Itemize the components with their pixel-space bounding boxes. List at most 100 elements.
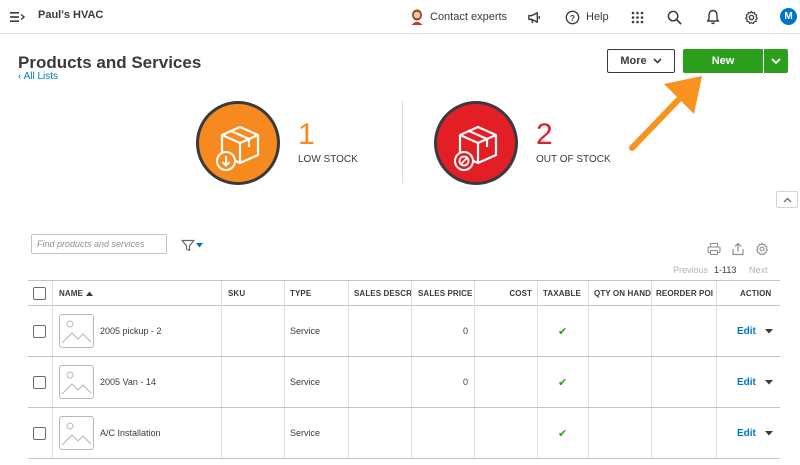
product-image-placeholder bbox=[59, 365, 94, 399]
low-stock-info: 1 LOW STOCK bbox=[298, 120, 358, 166]
column-separator bbox=[221, 306, 222, 356]
announcements-button[interactable] bbox=[527, 0, 542, 34]
edit-link[interactable]: Edit bbox=[737, 377, 756, 388]
column-separator bbox=[537, 306, 538, 356]
column-separator bbox=[52, 408, 53, 458]
column-header-qty-on-hand[interactable]: QTY ON HAND bbox=[594, 281, 654, 306]
column-header-name[interactable]: NAME bbox=[59, 281, 219, 306]
column-separator bbox=[411, 281, 412, 306]
print-icon[interactable] bbox=[707, 242, 721, 256]
app-grid-icon bbox=[631, 11, 644, 23]
help-button[interactable]: ? Help bbox=[565, 0, 609, 34]
column-separator bbox=[52, 357, 53, 407]
table-settings-gear-icon[interactable] bbox=[755, 242, 769, 256]
image-placeholder-icon bbox=[61, 320, 92, 344]
edit-link[interactable]: Edit bbox=[737, 326, 756, 337]
all-lists-link[interactable]: ‹ All Lists bbox=[18, 71, 58, 82]
column-separator bbox=[651, 357, 652, 407]
pagination-previous[interactable]: Previous bbox=[673, 265, 708, 275]
taxable-check-icon: ✔ bbox=[558, 376, 568, 389]
edit-link[interactable]: Edit bbox=[737, 428, 756, 439]
caret-down-icon[interactable] bbox=[764, 379, 773, 385]
select-all-checkbox[interactable] bbox=[33, 287, 46, 300]
apps-button[interactable] bbox=[631, 0, 644, 34]
row-action: Edit bbox=[737, 357, 773, 407]
column-separator bbox=[221, 281, 222, 306]
row-checkbox[interactable] bbox=[33, 324, 46, 338]
column-header-reorder-point[interactable]: REORDER POI bbox=[656, 281, 716, 306]
column-header-sales-description[interactable]: SALES DESCRI bbox=[354, 281, 411, 306]
column-header-type[interactable]: TYPE bbox=[290, 281, 345, 306]
page-title: Products and Services bbox=[18, 53, 202, 72]
all-lists-label: All Lists bbox=[23, 71, 59, 82]
menu-toggle-icon[interactable] bbox=[9, 9, 25, 25]
box-download-icon bbox=[216, 125, 260, 171]
annotation-arrow-icon bbox=[629, 76, 702, 151]
column-separator bbox=[588, 281, 589, 306]
column-separator bbox=[588, 408, 589, 458]
column-separator bbox=[284, 306, 285, 356]
column-separator bbox=[537, 281, 538, 306]
caret-down-icon[interactable] bbox=[764, 430, 773, 436]
product-name[interactable]: 2005 pickup - 2 bbox=[100, 306, 162, 356]
notifications-button[interactable] bbox=[706, 0, 720, 34]
select-all-cell bbox=[33, 281, 46, 306]
product-sales-price: 0 bbox=[462, 326, 468, 336]
out-of-stock-badge bbox=[434, 100, 518, 185]
image-placeholder-icon bbox=[61, 422, 92, 446]
table-header: NAME SKU TYPE SALES DESCRI SALES PRICE C… bbox=[28, 280, 780, 306]
low-stock-label: LOW STOCK bbox=[298, 154, 358, 165]
user-avatar[interactable]: M bbox=[780, 8, 797, 25]
export-icon[interactable] bbox=[731, 242, 745, 256]
column-header-sku[interactable]: SKU bbox=[228, 281, 283, 306]
search-input[interactable] bbox=[31, 234, 167, 254]
column-header-taxable[interactable]: TAXABLE bbox=[543, 281, 598, 306]
product-sales-price: 0 bbox=[462, 377, 468, 387]
product-name[interactable]: 2005 Van - 14 bbox=[100, 357, 156, 407]
column-separator bbox=[221, 408, 222, 458]
filter-button[interactable] bbox=[181, 237, 205, 253]
column-separator bbox=[221, 357, 222, 407]
table-row[interactable]: 2005 Van - 14 Service 0 ✔ Edit bbox=[28, 357, 780, 408]
company-name[interactable]: Paul's HVAC bbox=[38, 9, 103, 21]
column-separator bbox=[474, 357, 475, 407]
row-action: Edit bbox=[737, 408, 773, 458]
column-separator bbox=[411, 306, 412, 356]
settings-button[interactable] bbox=[744, 0, 759, 34]
row-checkbox-cell bbox=[33, 306, 46, 356]
column-separator bbox=[284, 408, 285, 458]
low-stock-widget[interactable]: 1 LOW STOCK bbox=[196, 100, 358, 185]
out-of-stock-widget[interactable]: 2 OUT OF STOCK bbox=[434, 100, 611, 185]
new-dropdown-button[interactable] bbox=[764, 49, 788, 73]
column-separator bbox=[716, 408, 717, 458]
column-separator bbox=[588, 357, 589, 407]
pagination-next[interactable]: Next bbox=[749, 265, 768, 275]
column-header-name-label: NAME bbox=[59, 289, 83, 298]
product-type: Service bbox=[290, 377, 321, 387]
products-table: NAME SKU TYPE SALES DESCRI SALES PRICE C… bbox=[28, 280, 780, 459]
search-icon bbox=[667, 10, 682, 24]
product-sales-price bbox=[418, 408, 468, 458]
table-row[interactable]: 2005 pickup - 2 Service 0 ✔ Edit bbox=[28, 306, 780, 357]
row-checkbox[interactable] bbox=[33, 375, 46, 389]
column-separator bbox=[348, 306, 349, 356]
column-header-cost[interactable]: COST bbox=[476, 281, 532, 306]
table-tools bbox=[707, 242, 769, 256]
contact-experts-link[interactable]: Contact experts bbox=[410, 0, 507, 34]
megaphone-icon bbox=[528, 11, 540, 23]
column-header-sales-price[interactable]: SALES PRICE bbox=[418, 281, 473, 306]
caret-down-icon[interactable] bbox=[764, 328, 773, 334]
column-separator bbox=[411, 408, 412, 458]
top-bar: Paul's HVAC Contact experts ? Help M bbox=[0, 0, 800, 34]
column-separator bbox=[651, 306, 652, 356]
column-separator bbox=[348, 357, 349, 407]
search-button[interactable] bbox=[667, 0, 682, 34]
table-row[interactable]: A/C Installation Service ✔ Edit bbox=[28, 408, 780, 459]
image-placeholder-icon bbox=[61, 371, 92, 395]
sort-ascending-icon bbox=[85, 291, 93, 296]
column-header-action: ACTION bbox=[740, 289, 772, 298]
row-checkbox[interactable] bbox=[33, 426, 46, 440]
product-name[interactable]: A/C Installation bbox=[100, 408, 161, 458]
column-separator bbox=[474, 281, 475, 306]
collapse-widgets-button[interactable] bbox=[776, 191, 798, 208]
